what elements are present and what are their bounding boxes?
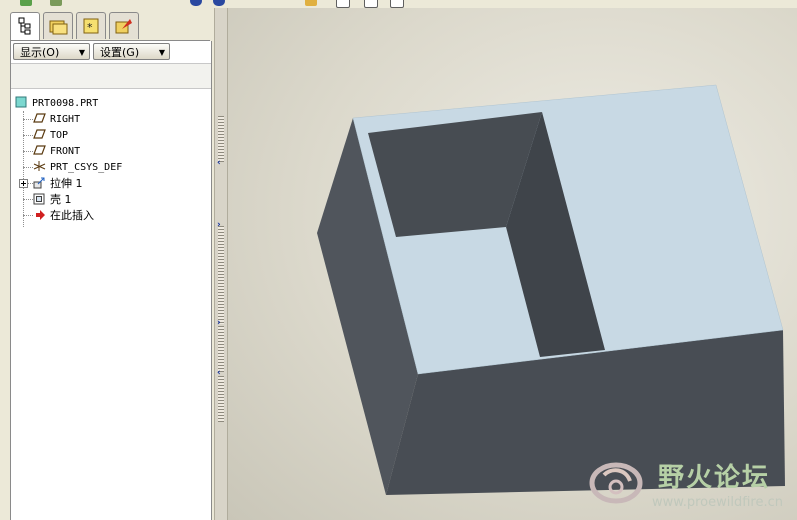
toolbar-icon[interactable]	[305, 0, 317, 6]
show-menu-button[interactable]: 显示(O) ▼	[13, 43, 90, 60]
pane-splitter[interactable]: ‹ › › ‹	[214, 8, 228, 520]
tree-item-shell[interactable]: 壳 1	[33, 192, 72, 208]
datum-plane-icon	[33, 129, 46, 139]
svg-text:*: *	[87, 21, 93, 34]
datum-plane-icon	[33, 113, 46, 123]
tab-connections[interactable]	[109, 12, 139, 39]
tree-item-label: PRT_CSYS_DEF	[50, 162, 123, 173]
toolbar-icon[interactable]	[20, 0, 32, 6]
tree-connector	[23, 215, 33, 216]
tab-favorites[interactable]: *	[76, 12, 106, 39]
expand-icon[interactable]	[19, 177, 28, 189]
settings-menu-label: 设置(G)	[100, 46, 140, 59]
tree-connector	[23, 135, 33, 136]
tree-item-extrude[interactable]: 拉伸 1	[19, 176, 83, 192]
tree-item-label: RIGHT	[50, 114, 81, 125]
tree-connector	[23, 167, 33, 168]
tree-connector	[23, 119, 33, 120]
tree-item-right[interactable]: RIGHT	[33, 112, 80, 128]
chevron-down-icon: ▼	[158, 48, 165, 57]
tree-item-root[interactable]: PRT0098.PRT	[15, 96, 98, 112]
folder-icon	[49, 20, 68, 35]
show-menu-label: 显示(O)	[20, 46, 60, 59]
tree-item-label: 在此插入	[50, 209, 94, 222]
splitter-grip[interactable]	[218, 326, 224, 372]
watermark: 野火论坛 www.proewildfire.cn	[586, 453, 796, 515]
tree-item-label: 拉伸 1	[50, 177, 83, 190]
shell-icon	[33, 193, 45, 205]
tree-connector	[23, 151, 33, 152]
tab-folder-browser[interactable]	[43, 12, 73, 39]
csys-icon	[33, 161, 46, 171]
connections-icon	[115, 19, 132, 34]
settings-menu-button[interactable]: 设置(G) ▼	[93, 43, 170, 60]
datum-plane-icon	[33, 145, 46, 155]
splitter-grip[interactable]	[218, 226, 224, 324]
tree-header-strip	[11, 63, 211, 89]
extrude-icon	[33, 177, 45, 189]
watermark-title: 野火论坛	[658, 463, 771, 493]
chevron-down-icon: ▼	[78, 48, 85, 57]
watermark-url: www.proewildfire.cn	[652, 495, 783, 510]
toolbar-icon[interactable]	[336, 0, 350, 8]
tree-item-label: FRONT	[50, 146, 81, 157]
part-icon	[15, 96, 27, 108]
toolbar-icon[interactable]	[50, 0, 62, 6]
collapse-left-icon[interactable]: ‹	[217, 158, 221, 168]
toolbar-icon[interactable]	[213, 0, 225, 6]
tree-item-insert-here[interactable]: 在此插入	[33, 208, 94, 224]
insert-here-icon	[36, 210, 45, 220]
tab-model-tree[interactable]	[10, 12, 40, 41]
navigator-pane: * 显示(O) ▼ 设置(G) ▼ PRT0098.PRT RIGHT TOP …	[0, 8, 214, 520]
tree-item-csys[interactable]: PRT_CSYS_DEF	[33, 160, 122, 176]
toolbar-icon[interactable]	[190, 0, 202, 6]
watermark-logo	[589, 462, 643, 504]
tree-item-label: 壳 1	[50, 193, 72, 206]
splitter-grip[interactable]	[218, 376, 224, 422]
toolbar-icon[interactable]	[364, 0, 378, 8]
shelled-box-model	[317, 84, 785, 495]
toolbar-icon[interactable]	[390, 0, 404, 8]
tree-connector	[23, 111, 24, 227]
tree-item-label: PRT0098.PRT	[32, 98, 99, 109]
favorites-icon: *	[83, 18, 99, 34]
tree-connector	[23, 199, 33, 200]
tree-item-front[interactable]: FRONT	[33, 144, 80, 160]
tree-item-label: TOP	[50, 130, 69, 141]
splitter-grip[interactable]	[218, 116, 224, 162]
tree-item-top[interactable]: TOP	[33, 128, 68, 144]
graphics-viewport[interactable]: 野火论坛 www.proewildfire.cn	[228, 8, 797, 520]
model-tree-icon	[18, 17, 31, 35]
model-tree-panel: 显示(O) ▼ 设置(G) ▼ PRT0098.PRT RIGHT TOP FR…	[10, 41, 212, 520]
